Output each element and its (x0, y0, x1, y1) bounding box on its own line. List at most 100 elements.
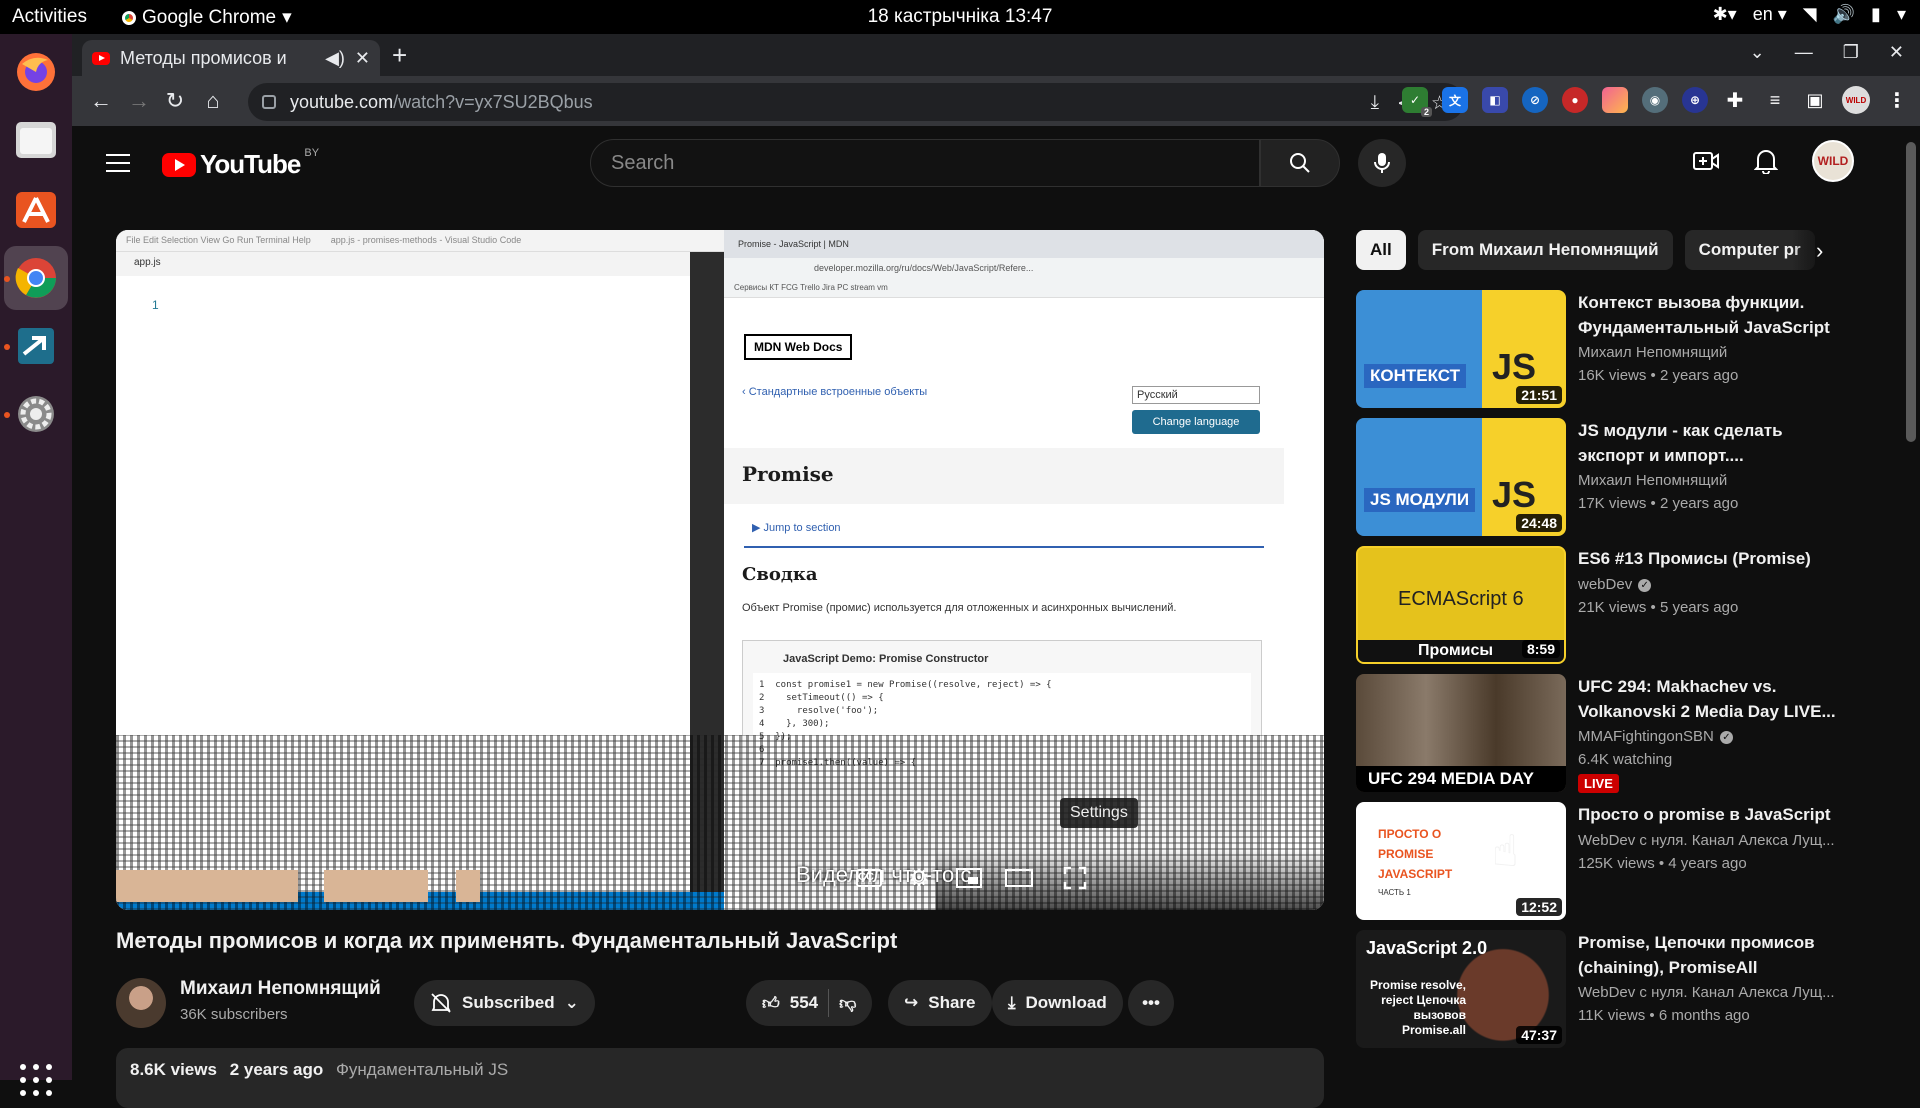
subtitles-cc-icon[interactable]: CC (854, 866, 884, 890)
chip-from-channel[interactable]: From Михаил Непомнящий (1417, 230, 1673, 270)
recommendation-item[interactable]: КОНТЕКСТ JS 21:51 Контекст вызова функци… (1356, 290, 1856, 410)
video-title: Методы промисов и когда их применять. Фу… (116, 928, 898, 953)
activities-button[interactable]: Activities (12, 6, 87, 28)
cc-glyph: CC (856, 869, 882, 887)
ublock-extension-icon[interactable]: ✓ 2 (1402, 87, 1432, 117)
description-box[interactable]: 8.6K views 2 years ago Фундаментальный J… (116, 1048, 1324, 1108)
share-label: Share (928, 993, 976, 1012)
recommendation-thumbnail[interactable]: JS МОДУЛИ JS 24:48 (1356, 418, 1566, 536)
channel-name[interactable]: Михаил Непомнящий (180, 978, 381, 1000)
share-button[interactable]: ↪ Share (888, 980, 992, 1026)
recommendation-item[interactable]: JavaScript 2.0 Promise resolve, reject Ц… (1356, 930, 1856, 1050)
video-player[interactable]: File Edit Selection View Go Run Terminal… (116, 230, 1324, 910)
minimize-icon[interactable]: — (1795, 42, 1813, 63)
recommendation-channel: Михаил Непомнящий (1578, 472, 1728, 489)
menu-kebab-icon[interactable]: ⋮ (1884, 87, 1910, 113)
audio-playing-icon[interactable]: ◀) (325, 48, 345, 69)
record-extension-icon[interactable]: ● (1562, 87, 1588, 113)
search-placeholder: Search (611, 151, 675, 174)
browser-tab-active[interactable]: Методы промисов и ◀) ✕ (82, 40, 380, 76)
upload-age: 2 years ago (229, 1060, 324, 1079)
show-apps-icon[interactable] (20, 1064, 52, 1096)
settings-gear-icon[interactable]: ⚙ (904, 865, 934, 892)
menu-hamburger-icon[interactable] (106, 154, 130, 178)
app-menu[interactable]: Google Chrome ▾ (122, 6, 292, 29)
subscribed-button[interactable]: Subscribed ⌄ (414, 980, 595, 1026)
chrome-dock-icon[interactable] (12, 254, 60, 302)
download-button[interactable]: ⤓ Download (992, 980, 1123, 1026)
translate-extension-icon[interactable]: 文 (1442, 87, 1468, 113)
recommendation-thumbnail[interactable]: JavaScript 2.0 Promise resolve, reject Ц… (1356, 930, 1566, 1048)
thumbs-up-icon[interactable]: 👍︎ (762, 993, 780, 1014)
recommendation-item[interactable]: ПРОСТО О PROMISE JAVASCRIPT ЧАСТЬ 1 ☝ 12… (1356, 802, 1856, 922)
recommendation-title: Контекст вызова функции. Фундаментальный… (1578, 293, 1830, 337)
circle-extension-icon[interactable]: ◉ (1642, 87, 1668, 113)
firefox-icon[interactable] (12, 48, 60, 96)
privacy-extension-icon[interactable]: ◧ (1482, 87, 1508, 113)
media-queue-icon[interactable]: ≡ (1762, 87, 1788, 113)
recommendation-item[interactable]: ECMAScript 6 Промисы 8:59 ES6 #13 Промис… (1356, 546, 1856, 666)
lock-icon[interactable] (262, 95, 276, 109)
recommendation-item[interactable]: JS МОДУЛИ JS 24:48 JS модули - как сдела… (1356, 418, 1856, 538)
like-count[interactable]: 554 (790, 993, 818, 1013)
recommendation-meta: 17K views • 2 years ago (1578, 495, 1739, 512)
puzzle-extensions-icon[interactable]: ✚ (1722, 87, 1748, 113)
recommendation-thumbnail[interactable]: КОНТЕКСТ JS 21:51 (1356, 290, 1566, 408)
embedded-browser-tab: Promise - JavaScript | MDN (724, 230, 1324, 258)
search-input[interactable]: Search (590, 139, 1260, 187)
settings-icon[interactable] (12, 390, 60, 438)
system-tray[interactable]: ✱▾ en ▾ ◥ 🔊 ▮ ▾ (1713, 4, 1906, 25)
keyboard-layout[interactable]: en ▾ (1753, 4, 1787, 25)
more-actions-button[interactable]: ••• (1128, 980, 1174, 1026)
miniplayer-icon[interactable] (954, 866, 984, 890)
filter-chips: All From Михаил Непомнящий Computer pr (1356, 230, 1815, 270)
create-video-icon[interactable] (1692, 149, 1720, 173)
new-tab-button[interactable]: + (392, 40, 407, 71)
channel-avatar[interactable] (116, 978, 166, 1028)
globe-extension-icon[interactable]: ⊕ (1682, 87, 1708, 113)
accessibility-icon[interactable]: ✱▾ (1713, 4, 1737, 25)
restore-icon[interactable]: ❐ (1843, 42, 1859, 63)
battery-icon: ▮ (1871, 4, 1881, 24)
account-avatar[interactable]: WILD (1812, 140, 1854, 182)
thumbs-down-icon[interactable]: 👎︎ (839, 993, 856, 1014)
home-icon[interactable]: ⌂ (200, 88, 226, 114)
files-icon[interactable] (12, 116, 60, 164)
recommendation-thumbnail[interactable]: ПРОСТО О PROMISE JAVASCRIPT ЧАСТЬ 1 ☝ 12… (1356, 802, 1566, 920)
theater-mode-icon[interactable] (1004, 866, 1034, 890)
fullscreen-icon[interactable] (1060, 866, 1090, 890)
playlist-tag[interactable]: Фундаментальный JS (336, 1060, 508, 1079)
close-tab-icon[interactable]: ✕ (355, 48, 370, 69)
forward-icon[interactable]: → (126, 88, 152, 114)
recommendation-title: JS модули - как сделать экспорт и импорт… (1578, 421, 1783, 465)
video-duration: 8:59 (1521, 640, 1560, 658)
thumbnail-label: ПРОСТО О PROMISE JAVASCRIPT (1378, 827, 1453, 881)
recommendation-thumbnail[interactable]: UFC 294 MEDIA DAY (1356, 674, 1566, 792)
notifications-bell-icon[interactable] (1754, 148, 1778, 174)
chip-all[interactable]: All (1356, 230, 1406, 270)
page-scrollbar[interactable] (1906, 142, 1916, 442)
recommendation-channel: WebDev с нуля. Канал Алекса Лущ... (1578, 832, 1835, 849)
back-icon[interactable]: ← (88, 88, 114, 114)
youtube-logo[interactable]: YouTube BY (162, 147, 319, 180)
side-panel-icon[interactable]: ▣ (1802, 87, 1828, 113)
blocker-extension-icon[interactable]: ⊘ (1522, 87, 1548, 113)
address-bar[interactable]: youtube.com/watch?v=yx7SU2BQbus ⤓ ⋖ ☆ (248, 83, 1464, 121)
search-button[interactable] (1260, 139, 1340, 187)
mdn-logo: MDN Web Docs (744, 334, 853, 360)
chrome-icon (122, 10, 136, 25)
channel-row: Михаил Непомнящий 36K subscribers Subscr… (116, 976, 1324, 1032)
remote-desktop-icon[interactable] (12, 322, 60, 370)
profile-avatar[interactable]: WILD (1842, 86, 1870, 114)
color-extension-icon[interactable] (1602, 87, 1628, 113)
close-window-icon[interactable]: ✕ (1889, 42, 1904, 63)
install-icon[interactable]: ⤓ (1371, 92, 1379, 115)
recommendation-thumbnail[interactable]: ECMAScript 6 Промисы 8:59 (1356, 546, 1566, 664)
tab-search-icon[interactable]: ⌄ (1750, 42, 1765, 63)
software-center-icon[interactable] (12, 184, 60, 232)
reload-icon[interactable]: ↻ (162, 88, 188, 114)
voice-search-button[interactable] (1358, 139, 1406, 187)
subscribed-label: Subscribed (462, 993, 555, 1012)
chevron-right-icon[interactable]: › (1816, 238, 1823, 264)
recommendation-item[interactable]: UFC 294 MEDIA DAY UFC 294: Makhachev vs.… (1356, 674, 1856, 794)
